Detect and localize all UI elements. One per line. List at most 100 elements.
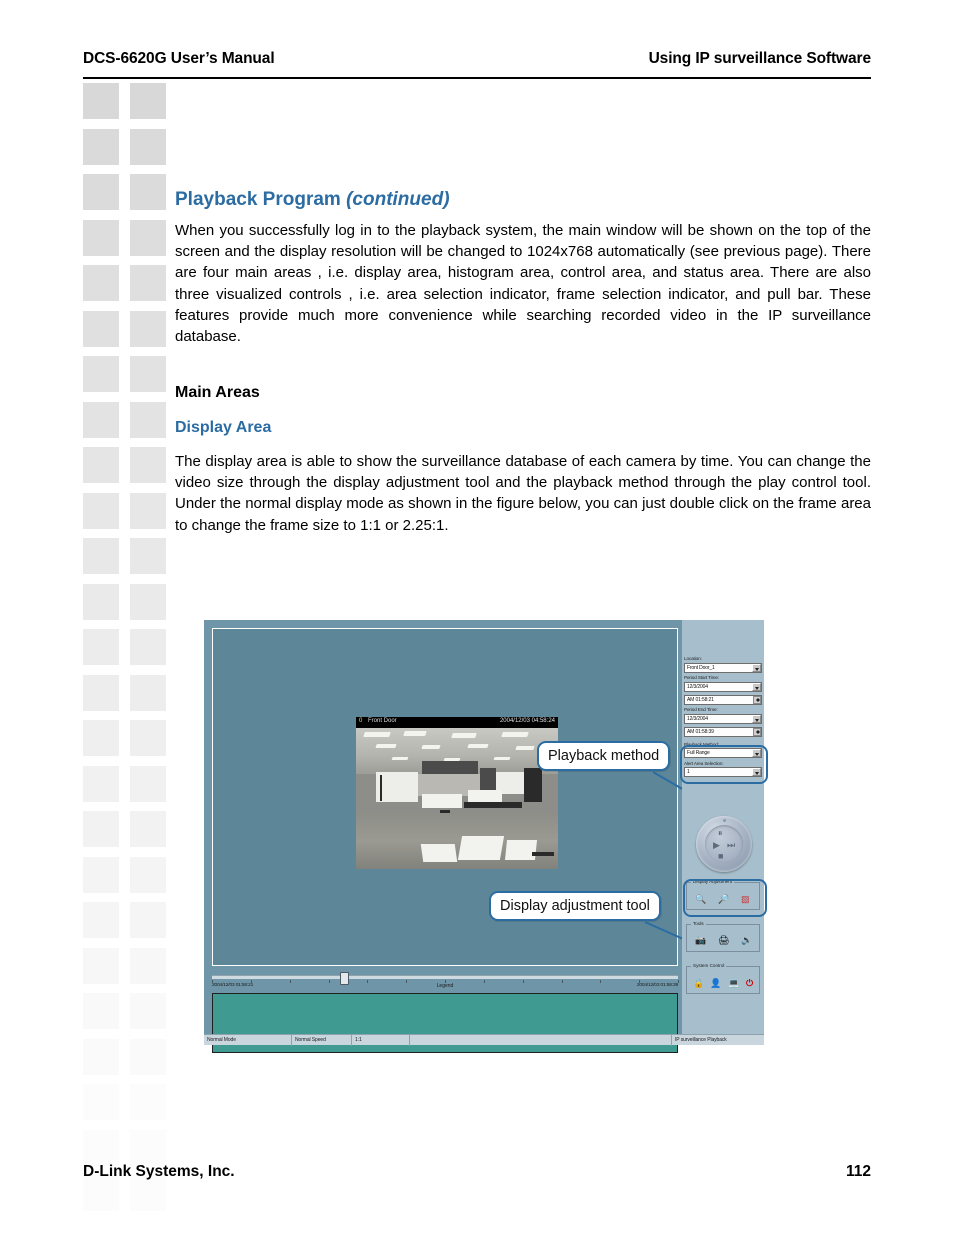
page-number: 112 [845,1163,871,1180]
header-manual-title: DCS-6620G User’s Manual [83,50,275,67]
spinner-icon[interactable] [753,727,761,736]
decoration-square [83,629,119,665]
decoration-square [83,947,119,984]
play-control-inner: ⏸ ▶ ⏭ ■ [705,825,743,863]
footer-company: D-Link Systems, Inc. [83,1163,235,1180]
color-palette-icon[interactable]: ▧ [741,895,750,904]
playback-method-select[interactable]: Full Range [684,748,762,758]
decoration-square [130,356,166,392]
display-area: 0 Front Door 2004/12/03 04:58:24 Playbac… [212,628,711,966]
video-image [356,728,558,869]
decoration-square [130,811,166,847]
video-timestamp: 2004/12/03 04:58:24 [499,718,555,724]
print-icon[interactable]: 🖨 [718,936,729,945]
status-speed: Normal Speed [292,1034,352,1046]
decoration-square [130,538,166,574]
decoration-square [130,174,166,210]
header-section-title: Using IP surveillance Software [648,50,872,67]
location-value: Front Door_1 [687,664,715,671]
pause-button[interactable]: ⏸ [718,829,723,838]
video-frame[interactable]: 0 Front Door 2004/12/03 04:58:24 [356,717,558,869]
decoration-square [130,674,166,711]
alert-area-label: Alert Area Selection: [684,760,724,766]
chevron-down-icon[interactable] [752,749,761,757]
manual-page: DCS-6620G User’s Manual Using IP surveil… [0,0,954,1235]
audio-icon[interactable]: 🔊 [741,936,752,945]
decoration-square [130,265,166,301]
system-control-title: System Control [691,963,727,968]
decoration-square [83,856,119,893]
period-end-time-value: AM 01:58:39 [687,728,714,735]
location-label: Location: [684,656,702,661]
location-select[interactable]: Front Door_1 [684,662,762,673]
user-config-icon[interactable]: 👤 [710,979,721,988]
playback-app-figure: 0 Front Door 2004/12/03 04:58:24 Playbac… [204,620,768,1053]
play-control-dial[interactable]: ⏸ ▶ ⏭ ■ [696,816,752,872]
decoration-square [130,947,166,984]
control-panel: Location: Front Door_1 Period Start Time… [680,620,768,1045]
decoration-square [130,1084,166,1120]
pull-bar-track[interactable] [212,975,678,979]
histogram-axis-start: 2004/12/03 01:58:21 [212,983,254,988]
system-control-group: System Control 🔒 👤 💻 ⏻ [686,963,760,994]
display-area-heading: Display Area [175,418,272,436]
decoration-square [130,83,166,119]
decoration-square [130,447,166,483]
period-start-date-select[interactable]: 12/3/2004 [684,681,762,692]
decoration-square [83,993,119,1029]
zoom-out-icon[interactable]: 🔎 [718,895,729,904]
decoration-square [130,720,166,756]
chevron-down-icon[interactable] [752,663,761,672]
pull-bar[interactable] [212,972,679,985]
decoration-square [130,492,166,529]
stop-button[interactable]: ■ [718,852,723,861]
video-camera-name: Front Door [368,718,397,724]
monitor-icon[interactable]: 💻 [728,979,739,988]
decoration-square [83,1084,119,1120]
period-start-time-input[interactable]: AM 01:58:21 [684,694,762,705]
spinner-icon[interactable] [753,695,761,704]
decoration-square [130,219,166,256]
page-content: Playback Program (continued) When you su… [175,189,871,536]
decoration-square [83,219,119,256]
period-end-date-value: 12/3/2004 [687,715,708,722]
decoration-square [83,674,119,711]
snapshot-camera-icon[interactable]: 📷 [695,936,706,945]
decoration-square [130,310,166,347]
power-icon[interactable]: ⏻ [746,979,753,988]
chevron-down-icon[interactable] [752,682,761,691]
histogram-legend-label: Legend [436,983,454,989]
decoration-square [130,993,166,1029]
decoration-square [130,629,166,665]
decoration-square [83,310,119,347]
decoration-square [130,128,166,165]
page-footer: D-Link Systems, Inc. 112 [83,1163,871,1185]
page-title: Playback Program (continued) [175,189,871,211]
callout-playback-method: Playback method [537,741,671,771]
status-spacer [410,1034,672,1046]
decoration-square [83,83,119,119]
period-end-date-select[interactable]: 12/3/2004 [684,713,762,724]
decoration-square [83,356,119,392]
section-title-continued: (continued) [346,189,450,210]
next-frame-button[interactable]: ⏭ [727,841,735,850]
play-button[interactable]: ▶ [713,841,720,850]
zoom-in-icon[interactable]: 🔍 [695,895,706,904]
lock-icon[interactable]: 🔒 [693,979,704,988]
alert-area-value: 1 [687,769,690,776]
playback-method-label: Playback Method: [684,741,719,747]
page-header: DCS-6620G User’s Manual Using IP surveil… [83,50,871,76]
decoration-square [83,538,119,574]
decoration-square [83,902,119,938]
chevron-down-icon[interactable] [752,768,761,776]
period-end-time-input[interactable]: AM 01:58:39 [684,726,762,737]
decoration-square [130,1129,166,1166]
decoration-square [83,765,119,802]
alert-area-select[interactable]: 1 [684,767,762,777]
status-ratio: 1:1 [352,1034,410,1046]
decoration-square [83,1129,119,1166]
video-channel: 0 [359,718,363,724]
chevron-down-icon[interactable] [752,714,761,723]
decoration-square [83,128,119,165]
decoration-square [83,720,119,756]
